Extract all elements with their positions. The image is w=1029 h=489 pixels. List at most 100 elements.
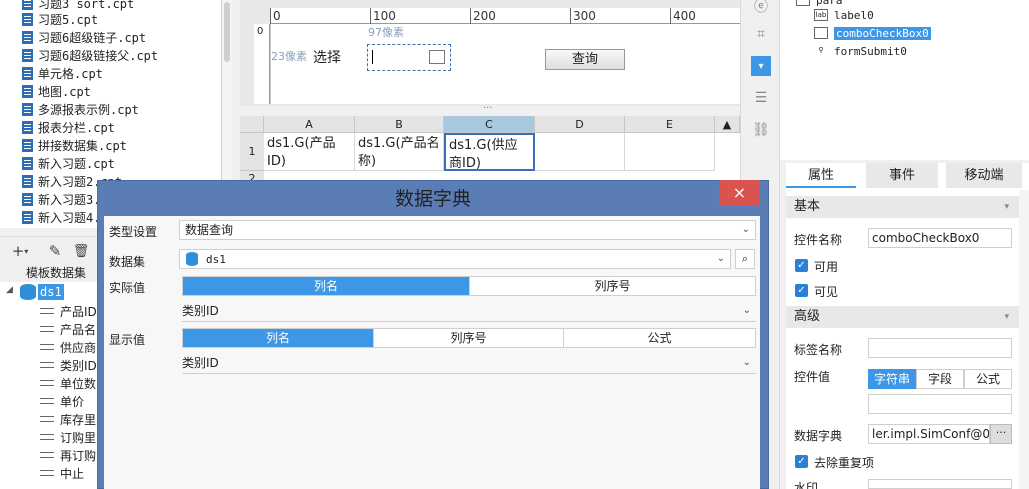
file-item[interactable]: 习题6超级链子.cpt	[22, 28, 146, 46]
widget-icon[interactable]: ▾	[751, 56, 771, 76]
file-item[interactable]: 报表分栏.cpt	[22, 118, 115, 136]
edit-dataset-button[interactable]: ✎	[44, 241, 66, 261]
pencil-icon: ✎	[48, 242, 62, 260]
display-tab-column-index[interactable]: 列序号	[374, 329, 564, 347]
value-type-string[interactable]: 字符串	[868, 369, 916, 389]
display-tab-formula[interactable]: 公式	[564, 329, 755, 347]
trash-icon: 🗑	[72, 243, 90, 259]
dialog-body: 类型设置 数据查询 ⌄ 数据集 ds1 ⌄ ⌕ 实际值 列名 列序号 类别ID ⌄ 显…	[104, 216, 760, 489]
field-item[interactable]: 产品名	[40, 320, 96, 338]
dataset-label: 数据集	[109, 255, 146, 269]
query-button[interactable]: 查询	[545, 49, 625, 70]
tag-name-label: 标签名称	[794, 343, 843, 357]
chevron-down-icon: ⌄	[716, 253, 725, 264]
file-icon	[22, 48, 33, 62]
field-item[interactable]: 订购里	[40, 428, 96, 446]
enabled-label: 可用	[814, 260, 839, 274]
display-value-mode: 列名 列序号 公式	[182, 328, 756, 348]
file-icon	[22, 102, 33, 116]
watermark-input[interactable]	[868, 479, 1012, 489]
tab-events[interactable]: 事件	[866, 163, 938, 188]
column-header[interactable]: A	[264, 116, 355, 133]
basic-section[interactable]: 基本 ▾	[786, 196, 1019, 218]
dedupe-checkbox[interactable]: ✓	[795, 455, 808, 468]
grid-cell-selected[interactable]: ds1.G(供应商ID)	[444, 133, 535, 171]
tab-properties[interactable]: 属性	[786, 163, 856, 188]
splitter-handle[interactable]: ···	[483, 103, 493, 114]
widget-tree-item[interactable]: lab label0	[814, 7, 874, 23]
actual-value-mode: 列名 列序号	[182, 276, 756, 296]
tag-name-input[interactable]	[868, 338, 1012, 358]
dataset-select[interactable]: ds1 ⌄	[179, 249, 731, 269]
select-label[interactable]: 选择	[313, 47, 341, 67]
grid-cell[interactable]: ds1.G(产品ID)	[264, 133, 355, 171]
text-cursor	[372, 50, 373, 64]
field-item[interactable]: 供应商	[40, 338, 96, 356]
field-item[interactable]: 类别ID	[40, 356, 97, 374]
field-icon	[40, 362, 54, 368]
search-icon: ⚲	[818, 46, 824, 54]
file-item[interactable]: 多源报表示例.cpt	[22, 100, 139, 118]
enabled-checkbox[interactable]: ✓	[795, 259, 808, 272]
field-item[interactable]: 产品ID	[40, 302, 97, 320]
actual-tab-column-name[interactable]: 列名	[183, 277, 470, 295]
height-hint: 23像素	[271, 50, 307, 63]
dataset-preview-button[interactable]: ⌕	[735, 249, 755, 269]
label-widget-icon: lab	[814, 9, 828, 21]
dictionary-more-button[interactable]: ···	[990, 424, 1012, 444]
value-type-formula[interactable]: 公式	[964, 369, 1012, 389]
type-select[interactable]: 数据查询 ⌄	[179, 220, 756, 240]
grid-corner[interactable]	[240, 116, 264, 133]
widget-name-input[interactable]: comboCheckBox0	[868, 228, 1012, 248]
actual-tab-column-index[interactable]: 列序号	[470, 277, 755, 295]
crop-icon[interactable]: ⌗	[751, 24, 771, 44]
grid-cell[interactable]	[625, 133, 715, 171]
file-item[interactable]: 习题5.cpt	[22, 10, 98, 28]
file-item[interactable]: 新入习题.cpt	[22, 154, 115, 172]
tab-mobile[interactable]: 移动端	[946, 163, 1022, 188]
value-type-field[interactable]: 字段	[916, 369, 964, 389]
widget-tree-item[interactable]: ⚲ formSubmit0	[814, 43, 906, 59]
grid-scroll-up[interactable]: ▲	[715, 116, 740, 133]
add-dataset-button[interactable]: + ▾	[6, 241, 34, 261]
visible-checkbox[interactable]: ✓	[795, 284, 808, 297]
file-item[interactable]: 拼接数据集.cpt	[22, 136, 127, 154]
property-scrollbar[interactable]	[1019, 190, 1029, 489]
field-item[interactable]: 单位数	[40, 374, 96, 392]
field-item[interactable]: 单价	[40, 392, 84, 410]
file-icon	[22, 12, 33, 26]
widget-value-input[interactable]	[868, 394, 1012, 414]
display-tab-column-name[interactable]: 列名	[183, 329, 374, 347]
info-icon[interactable]: ⓔ	[751, 0, 771, 16]
delete-dataset-button[interactable]: 🗑	[70, 241, 92, 261]
file-item[interactable]: 单元格.cpt	[22, 64, 103, 82]
field-item[interactable]: 库存里	[40, 410, 96, 428]
column-header[interactable]: E	[625, 116, 715, 133]
grid-cell[interactable]	[535, 133, 625, 171]
link-icon[interactable]: ⛓	[751, 120, 771, 140]
column-header[interactable]: B	[355, 116, 444, 133]
file-tree-scroll-thumb[interactable]	[224, 2, 230, 62]
dictionary-input[interactable]: ler.impl.SimConf@0]]	[868, 424, 990, 444]
field-item[interactable]: 中止	[40, 464, 84, 482]
dataset-node[interactable]: ds1	[38, 284, 64, 300]
file-icon	[22, 0, 33, 10]
file-item[interactable]: 习题6超级链接父.cpt	[22, 46, 158, 64]
column-header-selected[interactable]: C	[444, 116, 535, 133]
dialog-close-button[interactable]: ×	[719, 180, 760, 206]
row-header[interactable]: 1	[240, 133, 264, 171]
field-icon	[40, 308, 54, 314]
widget-tree-item-selected[interactable]: comboCheckBox0	[814, 25, 931, 41]
display-value-select[interactable]: 类别ID ⌄	[182, 354, 756, 374]
layers-icon[interactable]: ☰	[751, 88, 771, 108]
column-header[interactable]: D	[535, 116, 625, 133]
combo-checkbox-widget[interactable]	[367, 44, 451, 71]
file-icon	[22, 120, 33, 134]
preview-icon: ⌕	[741, 252, 749, 265]
advanced-section[interactable]: 高级 ▾	[786, 306, 1019, 328]
grid-cell[interactable]: ds1.G(产品名称)	[355, 133, 444, 171]
collapse-icon[interactable]: ◢	[6, 285, 13, 295]
actual-value-select[interactable]: 类别ID ⌄	[182, 302, 756, 322]
file-item[interactable]: 地图.cpt	[22, 82, 91, 100]
field-item[interactable]: 再订购	[40, 446, 96, 464]
